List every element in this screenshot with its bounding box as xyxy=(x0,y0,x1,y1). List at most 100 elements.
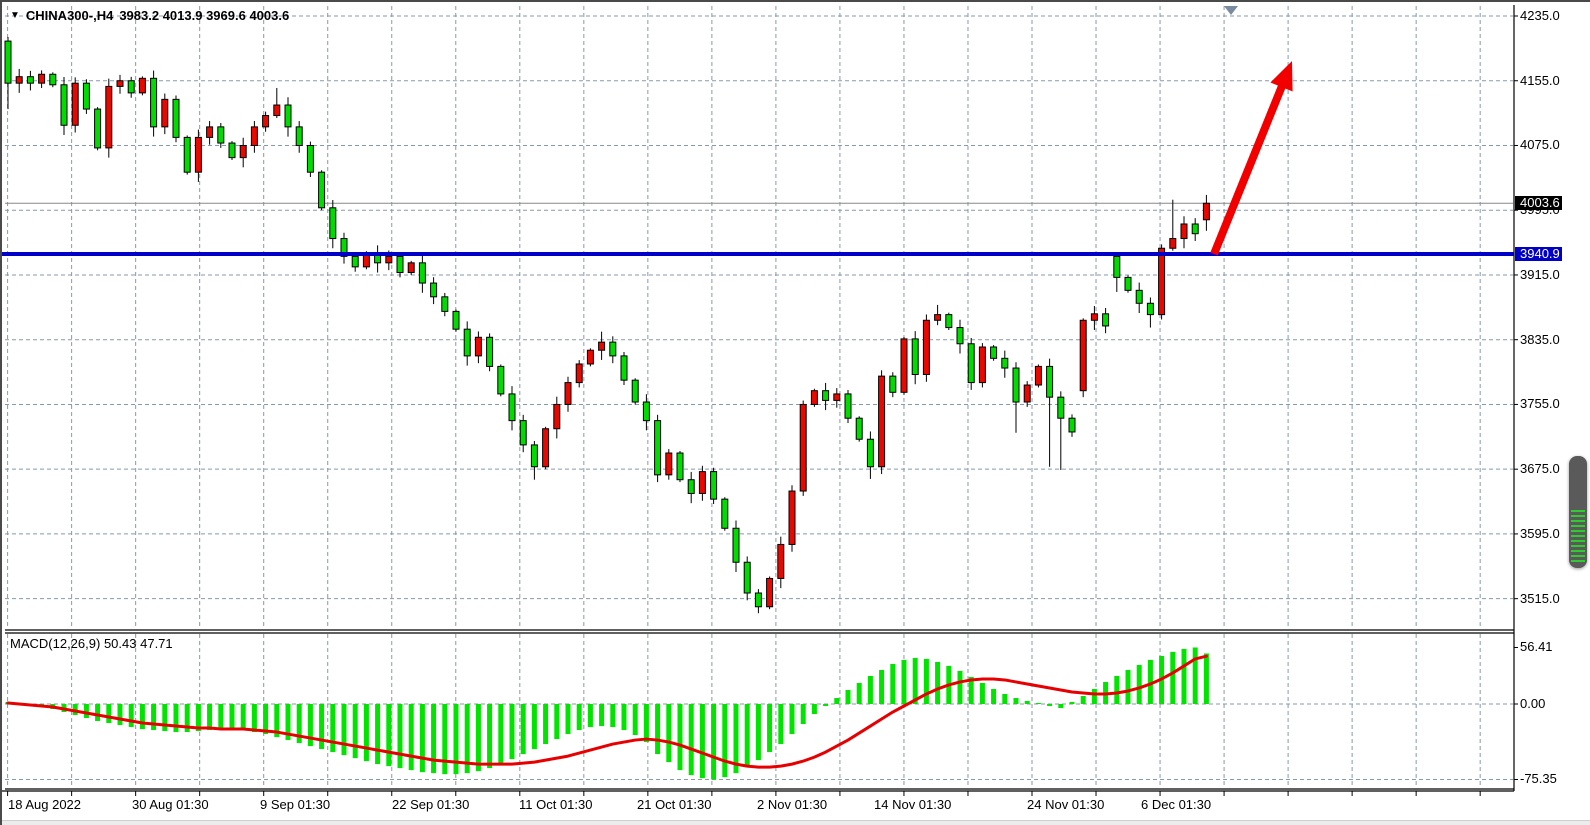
macd-histogram-bar xyxy=(913,658,918,704)
price-axis-label: 3835.0 xyxy=(1520,333,1568,347)
macd-histogram-bar xyxy=(700,704,705,778)
scrollbar-stripes-icon xyxy=(1571,510,1585,562)
candle-body xyxy=(184,137,190,172)
candle-body xyxy=(565,383,571,405)
macd-histogram-bar xyxy=(924,659,929,704)
macd-histogram-bar xyxy=(790,704,795,734)
macd-histogram-bar xyxy=(991,689,996,704)
macd-histogram-bar xyxy=(174,704,179,732)
date-axis-label: 6 Dec 01:30 xyxy=(1141,797,1211,812)
macd-histogram-bar xyxy=(745,704,750,767)
candle-body xyxy=(39,74,45,83)
candle-body xyxy=(789,491,795,544)
candle-body xyxy=(890,376,896,392)
macd-histogram-bar xyxy=(342,704,347,755)
price-axis-label: 3915.0 xyxy=(1520,268,1568,282)
candle-body xyxy=(274,105,280,116)
candle-body xyxy=(251,127,257,146)
candle-body xyxy=(408,263,414,273)
shift-marker-icon xyxy=(1224,6,1238,15)
candle-body xyxy=(95,109,101,148)
macd-histogram-bar xyxy=(958,671,963,704)
candle-body xyxy=(173,99,179,137)
date-axis-label: 30 Aug 01:30 xyxy=(132,797,209,812)
candle-body xyxy=(688,480,694,494)
chart-title: ▼ CHINA300-,H4 3983.2 4013.9 3969.6 4003… xyxy=(10,8,289,23)
candle-body xyxy=(151,78,157,127)
candle-body xyxy=(957,328,963,344)
candle-body xyxy=(207,127,213,138)
candle-body xyxy=(307,145,313,172)
date-axis-label: 9 Sep 01:30 xyxy=(260,797,330,812)
macd-histogram-bar xyxy=(890,664,895,704)
trend-arrow-head[interactable] xyxy=(1270,61,1292,92)
macd-histogram-bar xyxy=(767,704,772,752)
macd-histogram-bar xyxy=(756,704,761,760)
candle-body xyxy=(1147,303,1153,314)
macd-histogram-bar xyxy=(868,676,873,704)
macd-histogram-bar xyxy=(655,704,660,754)
candle-body xyxy=(531,445,537,467)
candle-body xyxy=(296,127,302,146)
candle-body xyxy=(162,99,168,127)
candle-body xyxy=(263,116,269,127)
candle-body xyxy=(319,172,325,208)
candle-body xyxy=(61,85,67,125)
candle-body xyxy=(935,315,941,321)
candle-body xyxy=(139,78,145,93)
macd-histogram-bar xyxy=(353,704,358,758)
candle-body xyxy=(722,499,728,528)
macd-histogram-bar xyxy=(1137,665,1142,704)
macd-axis-label: -75.35 xyxy=(1520,772,1568,786)
candle-body xyxy=(1035,366,1041,385)
candle-body xyxy=(879,376,885,467)
symbol-dropdown-icon[interactable]: ▼ xyxy=(10,11,20,21)
candle-body xyxy=(778,544,784,578)
macd-histogram-bar xyxy=(1014,698,1019,704)
macd-histogram-bar xyxy=(1047,704,1052,706)
candle-body xyxy=(867,439,873,467)
candle-body xyxy=(744,562,750,593)
macd-histogram-bar xyxy=(1204,653,1209,704)
candle-body xyxy=(1114,256,1120,277)
macd-histogram-bar xyxy=(106,704,111,723)
macd-histogram-bar xyxy=(364,704,369,761)
candle-body xyxy=(666,453,672,475)
candle-body xyxy=(498,366,504,394)
scrollbar-thumb[interactable] xyxy=(1569,456,1587,568)
macd-histogram-bar xyxy=(118,704,123,725)
macd-histogram-bar xyxy=(644,704,649,742)
candle-body xyxy=(632,380,638,402)
macd-histogram-bar xyxy=(857,683,862,704)
price-axis-label: 4235.0 xyxy=(1520,9,1568,23)
candle-body xyxy=(50,74,56,85)
macd-histogram-bar xyxy=(140,704,145,729)
hline-blue[interactable] xyxy=(2,252,1514,256)
candle-body xyxy=(856,418,862,439)
candle-body xyxy=(1136,290,1142,303)
macd-histogram-bar xyxy=(834,698,839,704)
macd-histogram-bar xyxy=(980,683,985,704)
candle-body xyxy=(72,83,78,125)
macd-signal-value: 47.71 xyxy=(140,636,173,651)
macd-histogram-bar xyxy=(330,704,335,752)
candle-body xyxy=(912,339,918,375)
candle-body xyxy=(464,329,470,356)
candle-body xyxy=(1125,277,1131,290)
candle-body xyxy=(442,297,448,312)
price-axis-label: 3675.0 xyxy=(1520,462,1568,476)
chart-canvas xyxy=(2,2,1590,825)
macd-histogram-bar xyxy=(1058,704,1063,708)
candle-body xyxy=(733,528,739,562)
candle-body xyxy=(1159,248,1165,314)
macd-histogram-bar xyxy=(521,704,526,754)
candle-body xyxy=(1103,314,1109,326)
macd-histogram-bar xyxy=(1126,670,1131,704)
candle-body xyxy=(979,347,985,383)
macd-histogram-bar xyxy=(543,704,548,744)
candle-body xyxy=(845,394,851,418)
candle-body xyxy=(453,311,459,329)
macd-histogram-bar xyxy=(823,704,828,706)
macd-histogram-bar xyxy=(386,704,391,766)
current-price-tag: 4003.6 xyxy=(1515,196,1562,210)
